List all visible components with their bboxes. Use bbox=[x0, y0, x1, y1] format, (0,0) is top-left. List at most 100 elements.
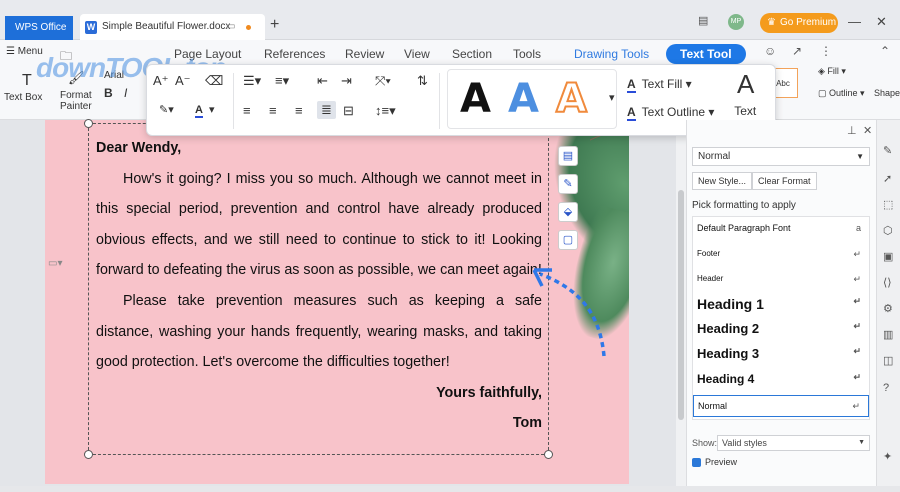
align-left-icon[interactable]: ≡ bbox=[243, 103, 251, 118]
resize-handle-top-left[interactable] bbox=[84, 119, 93, 128]
pin-icon[interactable]: ⊥ bbox=[847, 124, 857, 137]
current-style-select[interactable]: Normal ▼ bbox=[692, 147, 870, 166]
gallery-expand-icon[interactable]: ▾ bbox=[609, 91, 615, 104]
justify-icon[interactable]: ≣ bbox=[317, 101, 336, 119]
bullets-icon[interactable]: ☰▾ bbox=[243, 73, 261, 89]
tab-text-tool[interactable]: Text Tool bbox=[666, 44, 746, 64]
format-icon[interactable]: ⬚ bbox=[883, 198, 893, 211]
sort-icon[interactable]: ⇅ bbox=[417, 73, 428, 89]
show-select[interactable]: Valid styles ▼ bbox=[717, 435, 870, 451]
close-button[interactable]: ✕ bbox=[876, 14, 887, 30]
style-item-header[interactable]: Header ↵ bbox=[693, 274, 869, 290]
monitor-icon[interactable]: ▭ bbox=[226, 14, 235, 40]
letter-paragraph-1: How's it going? I miss you so much. Alth… bbox=[96, 170, 542, 279]
preview-label: Preview bbox=[705, 457, 738, 467]
more-icon[interactable]: ⋮ bbox=[820, 44, 832, 58]
clear-format-button[interactable]: Clear Format bbox=[752, 172, 817, 190]
distributed-icon[interactable]: ⊟ bbox=[343, 103, 354, 119]
share-icon[interactable]: ↗ bbox=[792, 44, 802, 58]
bulb-icon[interactable]: ✦ bbox=[883, 450, 892, 463]
style-item-label: Footer bbox=[697, 249, 721, 258]
new-tab-button[interactable]: + bbox=[270, 16, 279, 34]
letter-text[interactable]: Dear Wendy, How's it going? I miss you s… bbox=[96, 133, 542, 439]
fill-bucket-icon[interactable]: ⬙ bbox=[558, 202, 578, 222]
new-style-button[interactable]: New Style... bbox=[692, 172, 753, 190]
resize-handle-bottom-left[interactable] bbox=[84, 450, 93, 459]
tab-section[interactable]: Section bbox=[452, 47, 492, 61]
shapes-icon[interactable]: ⬡ bbox=[883, 224, 893, 237]
shape-fill-label: Fill bbox=[827, 66, 839, 76]
go-premium-button[interactable]: ♛ Go Premium bbox=[760, 13, 838, 33]
eraser-icon[interactable]: ⌫ bbox=[205, 73, 223, 89]
status-bar bbox=[0, 486, 900, 492]
separator bbox=[233, 73, 234, 129]
vertical-scrollbar[interactable] bbox=[676, 120, 686, 492]
scrollbar-thumb[interactable] bbox=[678, 190, 684, 420]
cursor-icon[interactable]: ➚ bbox=[883, 172, 892, 185]
increase-font-icon[interactable]: A⁺ bbox=[153, 73, 169, 89]
help-icon[interactable]: ? bbox=[883, 382, 889, 394]
style-item-heading-1[interactable]: Heading 1 ↵ bbox=[693, 296, 869, 316]
resize-handle-bottom-right[interactable] bbox=[544, 450, 553, 459]
chart-icon[interactable]: ▥ bbox=[883, 328, 893, 341]
tab-document[interactable]: W Simple Beautiful Flower.docx ▭ bbox=[80, 14, 265, 40]
line-spacing-icon[interactable]: ↕≡▾ bbox=[375, 103, 396, 119]
page-view-icon[interactable]: ▤ bbox=[698, 14, 708, 27]
paragraph-mark-icon: ↵ bbox=[853, 321, 861, 331]
highlight-icon[interactable]: ✎▾ bbox=[159, 103, 174, 116]
style-item-heading-4[interactable]: Heading 4 ↵ bbox=[693, 372, 869, 390]
style-item-footer[interactable]: Footer ↵ bbox=[693, 249, 869, 265]
paragraph-mark-icon: ↵ bbox=[853, 274, 861, 284]
layers-icon[interactable]: ◫ bbox=[883, 354, 893, 367]
tab-tools[interactable]: Tools bbox=[513, 47, 541, 61]
collapse-ribbon-icon[interactable]: ⌃ bbox=[880, 44, 890, 58]
text-outline-button[interactable]: A Text Outline ▾ bbox=[627, 105, 714, 121]
shape-fill-button[interactable]: ◈ Fill ▾ bbox=[818, 66, 846, 77]
image-icon[interactable]: ▣ bbox=[883, 250, 893, 263]
text-style-blue[interactable]: A bbox=[508, 76, 539, 122]
layout-options-icon[interactable]: ▤ bbox=[558, 146, 578, 166]
text-effects-icon[interactable]: A bbox=[737, 69, 754, 100]
decrease-font-icon[interactable]: A⁻ bbox=[175, 73, 191, 89]
tab-wps-office[interactable]: WPS Office bbox=[5, 16, 73, 40]
text-box-icon[interactable]: T bbox=[22, 72, 32, 90]
increase-indent-icon[interactable]: ⇥ bbox=[341, 73, 352, 89]
avatar[interactable]: MP bbox=[728, 14, 744, 30]
italic-button[interactable]: I bbox=[124, 86, 127, 100]
style-item-default-paragraph-font[interactable]: Default Paragraph Font a bbox=[693, 223, 869, 239]
shape-outline-button[interactable]: ▢ Outline ▾ bbox=[818, 88, 865, 99]
style-item-normal[interactable]: Normal ↵ bbox=[693, 395, 869, 417]
shape-label[interactable]: Shape bbox=[874, 88, 900, 98]
bold-button[interactable]: B bbox=[104, 86, 113, 100]
frame-icon[interactable]: ▢ bbox=[558, 230, 578, 250]
style-item-label: Heading 1 bbox=[697, 296, 764, 312]
pen-icon[interactable]: ✎ bbox=[558, 174, 578, 194]
text-fill-button[interactable]: A Text Fill ▾ bbox=[627, 77, 692, 93]
minimize-button[interactable]: — bbox=[848, 14, 861, 29]
text-style-orange-outline[interactable]: A bbox=[555, 75, 588, 123]
numbering-icon[interactable]: ≡▾ bbox=[275, 73, 289, 89]
text-direction-icon[interactable]: ⤧▾ bbox=[375, 73, 391, 89]
preview-checkbox[interactable] bbox=[692, 458, 701, 467]
align-center-icon[interactable]: ≡ bbox=[269, 103, 277, 118]
tab-document-label: Simple Beautiful Flower.docx bbox=[102, 21, 231, 32]
settings-slider-icon[interactable]: ⚙ bbox=[883, 302, 893, 315]
style-pen-icon[interactable]: ✎ bbox=[883, 144, 892, 157]
tab-drawing-tools[interactable]: Drawing Tools bbox=[574, 47, 649, 61]
chat-icon[interactable]: ☺ bbox=[764, 44, 776, 58]
decrease-indent-icon[interactable]: ⇤ bbox=[317, 73, 328, 89]
text-box-label[interactable]: Text Box bbox=[4, 92, 42, 103]
style-item-heading-3[interactable]: Heading 3 ↵ bbox=[693, 346, 869, 366]
format-painter-label[interactable]: Format Painter bbox=[60, 90, 92, 112]
paragraph-handle-icon[interactable]: ▭▾ bbox=[48, 258, 62, 269]
tab-review[interactable]: Review bbox=[345, 47, 384, 61]
tab-view[interactable]: View bbox=[404, 47, 430, 61]
font-color-icon[interactable]: A ▾ bbox=[195, 103, 214, 118]
right-sidebar: ✎ ➚ ⬚ ⬡ ▣ ⟨⟩ ⚙ ▥ ◫ ? ✦ bbox=[876, 120, 900, 492]
close-pane-icon[interactable]: ✕ bbox=[863, 124, 872, 137]
align-right-icon[interactable]: ≡ bbox=[295, 103, 303, 118]
style-item-heading-2[interactable]: Heading 2 ↵ bbox=[693, 321, 869, 341]
text-style-black[interactable]: A bbox=[460, 76, 491, 122]
tab-references[interactable]: References bbox=[264, 47, 325, 61]
code-icon[interactable]: ⟨⟩ bbox=[883, 276, 892, 289]
